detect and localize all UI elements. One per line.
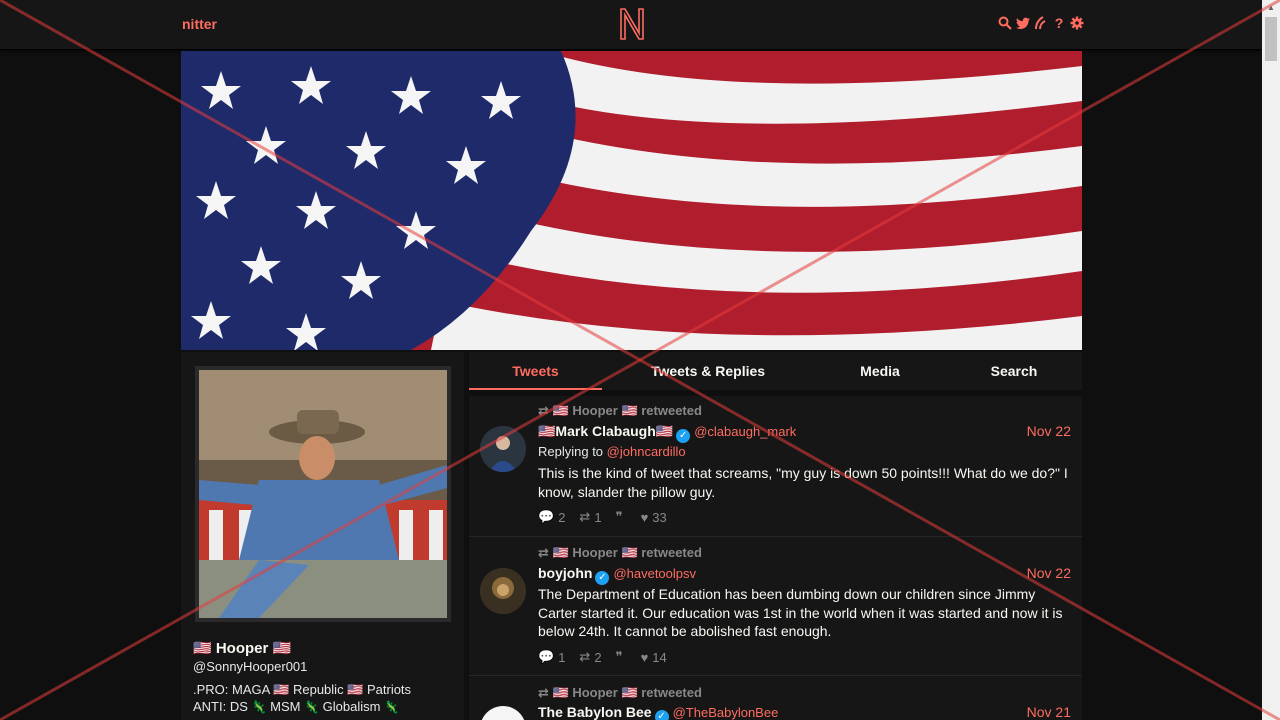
tweet-author-name[interactable]: 🇺🇸Mark Clabaugh🇺🇸 xyxy=(538,423,673,439)
likes-count: 33 xyxy=(652,509,667,525)
flag-banner-image xyxy=(181,51,1082,350)
verified-icon: ✓ xyxy=(595,571,610,585)
verified-icon: ✓ xyxy=(654,710,669,720)
bio-anti-globalism: Globalism xyxy=(322,699,381,714)
retweets-count: 1 xyxy=(594,509,602,525)
tweet-avatar[interactable] xyxy=(480,426,526,472)
stat-replies[interactable]: 💬 1 xyxy=(538,649,565,665)
stat-quotes[interactable]: ❞ xyxy=(616,509,627,525)
rss-icon[interactable] xyxy=(1034,15,1048,31)
tweet-header: boyjohn ✓ @havetoolpsv Nov 22 xyxy=(538,565,1071,585)
bio-anti-msm: MSM xyxy=(270,699,301,714)
tweet-header: The Babylon Bee ✓ @TheBabylonBee Nov 21 xyxy=(538,704,1071,720)
replying-prefix: Replying to xyxy=(538,444,604,459)
tweet-author-name[interactable]: boyjohn xyxy=(538,565,592,581)
retweet-icon: ⇄ xyxy=(538,545,549,560)
tweet-author-handle[interactable]: @clabaugh_mark xyxy=(694,424,796,439)
heart-icon: ♥ xyxy=(640,649,649,665)
profile-fullname[interactable]: 🇺🇸 Hooper 🇺🇸 xyxy=(193,639,291,657)
bio-line-pro: .PRO: MAGA 🇺🇸 Republic 🇺🇸 Patriots xyxy=(193,682,412,697)
quote-icon: ❞ xyxy=(615,509,623,524)
tweet-stats: 💬 2 ⇄ 1 ❞ ♥ 33 xyxy=(538,509,667,525)
leaf-icon: 🦎 xyxy=(304,700,320,714)
stat-retweets[interactable]: ⇄ 1 xyxy=(579,509,601,525)
retweet-header: ⇄ 🇺🇸 Hooper 🇺🇸 retweeted xyxy=(538,403,702,419)
scroll-thumb[interactable] xyxy=(1265,17,1277,61)
profile-banner[interactable] xyxy=(181,51,1082,350)
timeline-tabs: Tweets Tweets & Replies Media Search xyxy=(469,352,1082,390)
brand-link[interactable]: nitter xyxy=(182,16,217,32)
stat-likes[interactable]: ♥ 14 xyxy=(641,650,667,665)
tab-tweets[interactable]: Tweets xyxy=(469,352,602,390)
leaf-icon: 🦎 xyxy=(384,700,400,714)
stat-retweets[interactable]: ⇄ 2 xyxy=(579,649,601,665)
leaf-icon: 🦎 xyxy=(251,700,267,714)
profile-bio: .PRO: MAGA 🇺🇸 Republic 🇺🇸 Patriots ANTI:… xyxy=(193,681,453,716)
page-scrollbar[interactable]: ▲ xyxy=(1262,0,1280,720)
retweet-label: 🇺🇸 Hooper 🇺🇸 retweeted xyxy=(552,403,702,418)
profile-username[interactable]: @SonnyHooper001 xyxy=(193,659,307,674)
tweet-text: This is the kind of tweet that screams, … xyxy=(538,465,1068,500)
quote-icon: ❞ xyxy=(615,649,623,664)
retweet-icon: ⇄ xyxy=(579,509,591,524)
tweet-text: The Department of Education has been dum… xyxy=(538,586,1063,639)
twitter-icon[interactable] xyxy=(1016,15,1030,31)
tab-tweets-replies[interactable]: Tweets & Replies xyxy=(602,352,814,390)
tweet-item[interactable]: ⇄ 🇺🇸 Hooper 🇺🇸 retweeted boyjohn ✓ @haveto… xyxy=(469,537,1082,676)
gear-icon[interactable] xyxy=(1070,15,1084,31)
comment-icon: 💬 xyxy=(538,649,555,664)
tab-search[interactable]: Search xyxy=(946,352,1082,390)
retweet-label: 🇺🇸 Hooper 🇺🇸 retweeted xyxy=(552,685,702,700)
avatar-image xyxy=(199,370,447,618)
nav-icons: ? xyxy=(998,15,1084,31)
nitter-logo-icon[interactable] xyxy=(618,7,646,41)
tweet-author-name[interactable]: The Babylon Bee xyxy=(538,704,652,720)
replies-count: 1 xyxy=(558,649,566,665)
retweet-header: ⇄ 🇺🇸 Hooper 🇺🇸 retweeted xyxy=(538,685,702,701)
tweet-author-handle[interactable]: @havetoolpsv xyxy=(613,566,696,581)
heart-icon: ♥ xyxy=(640,509,649,525)
stat-quotes[interactable]: ❞ xyxy=(616,649,627,665)
profile-card: 🇺🇸 Hooper 🇺🇸 @SonnyHooper001 .PRO: MAGA … xyxy=(181,352,464,720)
tab-media[interactable]: Media xyxy=(814,352,946,390)
timeline: ⇄ 🇺🇸 Hooper 🇺🇸 retweeted 🇺🇸Mark Clabaugh… xyxy=(469,396,1082,720)
navbar: nitter ? xyxy=(0,0,1262,50)
replying-to-handle[interactable]: @johncardillo xyxy=(607,444,686,459)
replying-to: Replying to @johncardillo xyxy=(538,444,686,459)
tweet-author-handle[interactable]: @TheBabylonBee xyxy=(673,705,779,720)
replies-count: 2 xyxy=(558,509,566,525)
retweet-icon: ⇄ xyxy=(538,685,549,700)
tweet-date[interactable]: Nov 22 xyxy=(1027,423,1071,439)
tweet-item[interactable]: ⇄ 🇺🇸 Hooper 🇺🇸 retweeted The Babylon Bee… xyxy=(469,676,1082,720)
help-icon[interactable]: ? xyxy=(1052,15,1066,31)
retweet-header: ⇄ 🇺🇸 Hooper 🇺🇸 retweeted xyxy=(538,545,702,561)
bio-anti-prefix: ANTI: DS xyxy=(193,699,248,714)
stat-likes[interactable]: ♥ 33 xyxy=(641,510,667,525)
retweet-icon: ⇄ xyxy=(538,403,549,418)
tweet-avatar[interactable] xyxy=(480,568,526,614)
likes-count: 14 xyxy=(652,649,667,665)
tweet-header: 🇺🇸Mark Clabaugh🇺🇸 ✓ @clabaugh_mark Nov 22 xyxy=(538,423,1071,443)
comment-icon: 💬 xyxy=(538,509,555,524)
tweet-date[interactable]: Nov 21 xyxy=(1027,704,1071,720)
search-icon[interactable] xyxy=(998,15,1012,31)
bio-line-anti: ANTI: DS 🦎 MSM 🦎 Globalism 🦎 xyxy=(193,698,453,716)
tweet-stats: 💬 1 ⇄ 2 ❞ ♥ 14 xyxy=(538,649,667,665)
tweet-avatar[interactable] xyxy=(480,706,526,720)
verified-icon: ✓ xyxy=(676,429,691,443)
retweet-icon: ⇄ xyxy=(579,649,591,664)
retweet-label: 🇺🇸 Hooper 🇺🇸 retweeted xyxy=(552,545,702,560)
tweet-date[interactable]: Nov 22 xyxy=(1027,565,1071,581)
profile-avatar[interactable] xyxy=(195,366,451,622)
stat-replies[interactable]: 💬 2 xyxy=(538,509,565,525)
retweets-count: 2 xyxy=(594,649,602,665)
scroll-up-arrow-icon[interactable]: ▲ xyxy=(1262,0,1280,16)
tweet-item[interactable]: ⇄ 🇺🇸 Hooper 🇺🇸 retweeted 🇺🇸Mark Clabaugh… xyxy=(469,396,1082,537)
